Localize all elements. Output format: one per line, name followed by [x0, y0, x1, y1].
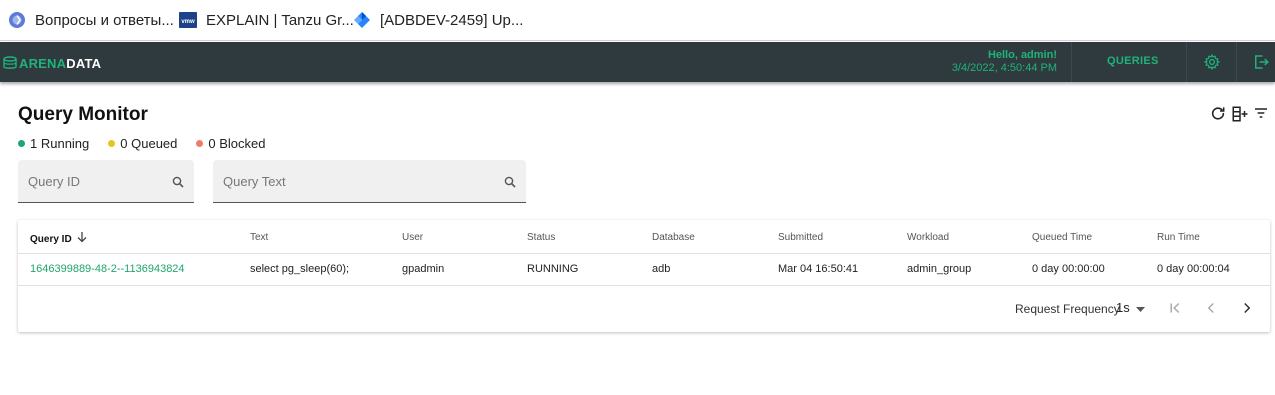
- query-id-input[interactable]: [18, 160, 194, 202]
- user-greeting: Hello, admin! 3/4/2022, 4:50:44 PM: [952, 49, 1057, 75]
- request-frequency-value: 1s: [1116, 300, 1130, 315]
- svg-text:vmw: vmw: [181, 19, 195, 25]
- queries-table: Query ID Text User Status Database Submi…: [18, 220, 1270, 332]
- next-page-icon[interactable]: [1238, 299, 1256, 317]
- column-header-query-id[interactable]: Query ID: [30, 232, 87, 246]
- status-label: 0 Blocked: [208, 136, 266, 151]
- cell-database: adb: [652, 263, 671, 275]
- column-header-status[interactable]: Status: [527, 232, 555, 243]
- table-header: Query ID Text User Status Database Submi…: [18, 220, 1270, 254]
- dropdown-caret-icon: [1135, 300, 1145, 315]
- table-row[interactable]: 1646399889-48-2--1136943824 select pg_sl…: [18, 255, 1270, 286]
- nav-queries[interactable]: QUERIES: [1107, 55, 1159, 67]
- refresh-icon[interactable]: [1210, 105, 1228, 123]
- search-icon: [504, 175, 516, 188]
- filter-list-icon[interactable]: [1253, 105, 1271, 123]
- nav-divider: [1236, 42, 1237, 82]
- request-frequency-label: Request Frequency: [1015, 302, 1120, 316]
- sort-arrow-down-icon: [77, 232, 87, 246]
- query-text-filter: [213, 160, 526, 203]
- arenadata-logo[interactable]: ARENADATA: [3, 54, 101, 72]
- search-icon: [172, 175, 184, 188]
- first-page-icon[interactable]: [1166, 299, 1184, 317]
- app-header: ARENADATA Hello, admin! 3/4/2022, 4:50:4…: [0, 42, 1275, 82]
- status-queued: 0 Queued: [108, 136, 177, 151]
- blocked-dot-icon: [196, 140, 204, 147]
- query-status-summary: 1 Running 0 Queued 0 Blocked: [18, 136, 284, 151]
- cell-queued-time: 0 day 00:00:00: [1032, 263, 1105, 275]
- jira-icon: [353, 11, 371, 29]
- current-datetime: 3/4/2022, 4:50:44 PM: [951, 62, 1057, 74]
- logout-icon[interactable]: [1252, 53, 1270, 71]
- column-header-user[interactable]: User: [402, 232, 423, 243]
- running-dot-icon: [18, 140, 25, 147]
- bookmark-jira[interactable]: [ADBDEV-2459] Up...: [345, 0, 531, 41]
- status-label: 0 Queued: [120, 136, 178, 151]
- cell-submitted: Mar 04 16:50:41: [778, 263, 859, 275]
- table-footer: Request Frequency 1s: [18, 286, 1270, 332]
- queued-dot-icon: [108, 140, 116, 147]
- page-title: Query Monitor: [18, 104, 148, 125]
- greeting-text: Hello, admin!: [987, 49, 1057, 61]
- request-frequency-select[interactable]: 1s: [1116, 300, 1145, 315]
- cell-user: gpadmin: [402, 263, 445, 275]
- column-header-queued-time[interactable]: Queued Time: [1032, 232, 1092, 243]
- bookmark-explain[interactable]: vmw EXPLAIN | Tanzu Gr...: [171, 0, 362, 41]
- column-header-submitted[interactable]: Submitted: [778, 232, 823, 243]
- query-text-input[interactable]: [213, 160, 526, 202]
- settings-gear-icon[interactable]: [1203, 53, 1221, 71]
- add-column-icon[interactable]: [1231, 105, 1249, 123]
- column-header-workload[interactable]: Workload: [907, 232, 949, 243]
- nav-divider: [1071, 42, 1072, 82]
- bookmark-label: [ADBDEV-2459] Up...: [380, 11, 524, 29]
- status-label: 1 Running: [30, 136, 90, 151]
- status-running: 1 Running: [18, 136, 89, 151]
- bookmark-qa[interactable]: Вопросы и ответы...: [0, 0, 182, 41]
- vmware-icon: vmw: [179, 11, 197, 29]
- nav-divider: [1186, 42, 1187, 82]
- previous-page-icon[interactable]: [1202, 299, 1220, 317]
- cell-workload: admin_group: [907, 263, 972, 275]
- status-blocked: 0 Blocked: [196, 136, 265, 151]
- query-id-filter: [18, 160, 194, 203]
- bookmarks-bar: Вопросы и ответы... vmw EXPLAIN | Tanzu …: [0, 0, 1275, 41]
- column-header-database[interactable]: Database: [652, 232, 695, 243]
- column-header-text[interactable]: Text: [250, 232, 268, 243]
- logo-text: ARENADATA: [19, 55, 102, 71]
- cell-text: select pg_sleep(60);: [250, 263, 350, 275]
- qa-globe-icon: [8, 11, 26, 29]
- column-header-run-time[interactable]: Run Time: [1157, 232, 1200, 243]
- logo-mark-icon: [3, 56, 17, 70]
- cell-status: RUNNING: [527, 263, 579, 275]
- bookmark-label: Вопросы и ответы...: [35, 11, 174, 29]
- cell-query-id-link[interactable]: 1646399889-48-2--1136943824: [30, 263, 185, 275]
- cell-run-time: 0 day 00:00:04: [1157, 263, 1230, 275]
- bookmark-label: EXPLAIN | Tanzu Gr...: [206, 11, 354, 29]
